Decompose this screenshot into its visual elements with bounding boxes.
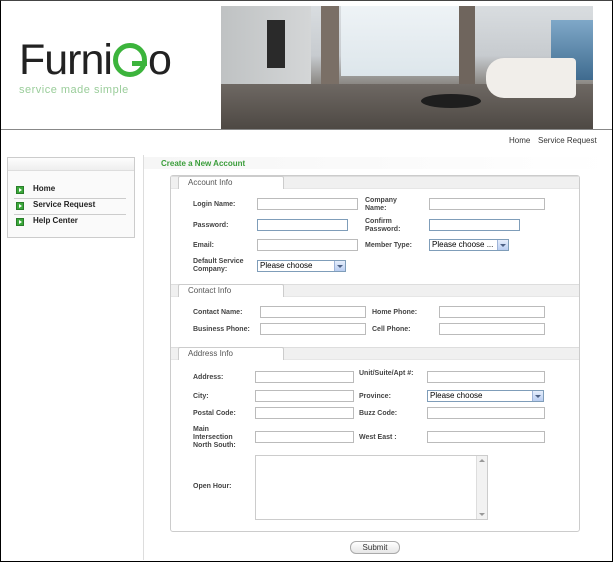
main-intersection-input[interactable] — [255, 431, 354, 443]
textarea-scrollbar[interactable] — [476, 456, 487, 519]
logo-g-mark — [112, 43, 147, 77]
province-select[interactable]: Please choose — [427, 390, 544, 402]
postal-code-input[interactable] — [255, 407, 354, 419]
sidebar-item-help-center[interactable]: Help Center — [14, 216, 126, 230]
sidebar-header — [8, 158, 134, 171]
section-title: Address Info — [188, 349, 233, 358]
top-nav-service-request-link[interactable]: Service Request — [538, 136, 597, 145]
west-east-input[interactable] — [427, 431, 545, 443]
sidebar-item-service-request[interactable]: Service Request — [14, 200, 126, 215]
account-info-tab: Account Info — [178, 176, 284, 189]
chevron-down-icon[interactable] — [497, 240, 508, 250]
address-input[interactable] — [255, 371, 354, 383]
member-type-value: Please choose ... — [432, 240, 494, 249]
top-nav: Home Service Request — [1, 130, 612, 150]
confirm-password-label: Confirm Password: — [365, 218, 401, 233]
default-service-company-select[interactable]: Please choose — [257, 260, 346, 272]
cell-phone-label: Cell Phone: — [372, 326, 411, 333]
cell-phone-input[interactable] — [439, 323, 545, 335]
home-phone-input[interactable] — [439, 306, 545, 318]
email-label: Email: — [193, 242, 215, 249]
scroll-down-arrow-icon[interactable] — [479, 513, 485, 516]
page-title: Create a New Account — [161, 159, 246, 168]
contact-name-input[interactable] — [260, 306, 366, 318]
unit-suite-apt-input[interactable] — [427, 371, 545, 383]
unit-suite-apt-label: Unit/Suite/Apt #: — [359, 370, 414, 377]
contact-info-tab: Contact Info — [178, 284, 284, 297]
account-form-panel: Account Info Login Name: Company Name: P… — [170, 175, 580, 532]
city-input[interactable] — [255, 390, 354, 402]
password-input[interactable] — [257, 219, 348, 231]
section-title: Contact Info — [188, 286, 232, 295]
province-value: Please choose — [430, 391, 483, 400]
email-input[interactable] — [257, 239, 358, 251]
company-name-input[interactable] — [429, 198, 545, 210]
header-living-room-photo — [221, 6, 593, 130]
west-east-label: West East : — [359, 434, 397, 441]
arrow-bullet-icon — [16, 186, 24, 194]
company-name-label: Company Name: — [365, 197, 397, 212]
chevron-down-icon[interactable] — [334, 261, 345, 271]
city-label: City: — [193, 393, 209, 400]
logo-wordmark: Furni o — [19, 36, 172, 84]
sidebar-item-home[interactable]: Home — [14, 184, 126, 199]
sidebar: Home Service Request Help Center — [7, 157, 135, 238]
content-divider — [143, 155, 144, 560]
furnigo-logo[interactable]: Furni o service made simple — [19, 36, 172, 97]
arrow-bullet-icon — [16, 202, 24, 210]
default-service-company-value: Please choose — [260, 261, 313, 270]
buzz-code-label: Buzz Code: — [359, 410, 398, 417]
header: Furni o service made simple — [1, 1, 612, 130]
logo-tagline: service made simple — [19, 84, 129, 96]
postal-code-label: Postal Code: — [193, 410, 236, 417]
home-phone-label: Home Phone: — [372, 309, 418, 316]
buzz-code-input[interactable] — [427, 407, 545, 419]
scroll-up-arrow-icon[interactable] — [479, 459, 485, 462]
chevron-down-icon[interactable] — [532, 391, 543, 401]
address-label: Address: — [193, 374, 224, 381]
page-title-bar: Create a New Account — [144, 157, 612, 169]
province-label: Province: — [359, 393, 391, 400]
open-hour-label: Open Hour: — [193, 483, 232, 490]
sidebar-item-label: Help Center — [33, 216, 78, 225]
business-phone-input[interactable] — [260, 323, 366, 335]
member-type-select[interactable]: Please choose ... — [429, 239, 509, 251]
main-intersection-label: Main Intersection North South: — [193, 426, 236, 449]
contact-name-label: Contact Name: — [193, 309, 243, 316]
confirm-password-input[interactable] — [429, 219, 520, 231]
open-hour-textarea[interactable] — [255, 455, 488, 520]
password-label: Password: — [193, 222, 229, 229]
address-info-tab: Address Info — [178, 347, 284, 360]
login-name-label: Login Name: — [193, 201, 236, 208]
member-type-label: Member Type: — [365, 242, 412, 249]
sidebar-item-label: Service Request — [33, 200, 96, 209]
top-nav-home-link[interactable]: Home — [509, 136, 530, 145]
sidebar-item-label: Home — [33, 184, 56, 193]
business-phone-label: Business Phone: — [193, 326, 250, 333]
arrow-bullet-icon — [16, 218, 24, 226]
section-title: Account Info — [188, 178, 233, 187]
login-name-input[interactable] — [257, 198, 358, 210]
submit-button[interactable]: Submit — [350, 541, 400, 554]
default-service-company-label: Default Service Company: — [193, 258, 244, 273]
